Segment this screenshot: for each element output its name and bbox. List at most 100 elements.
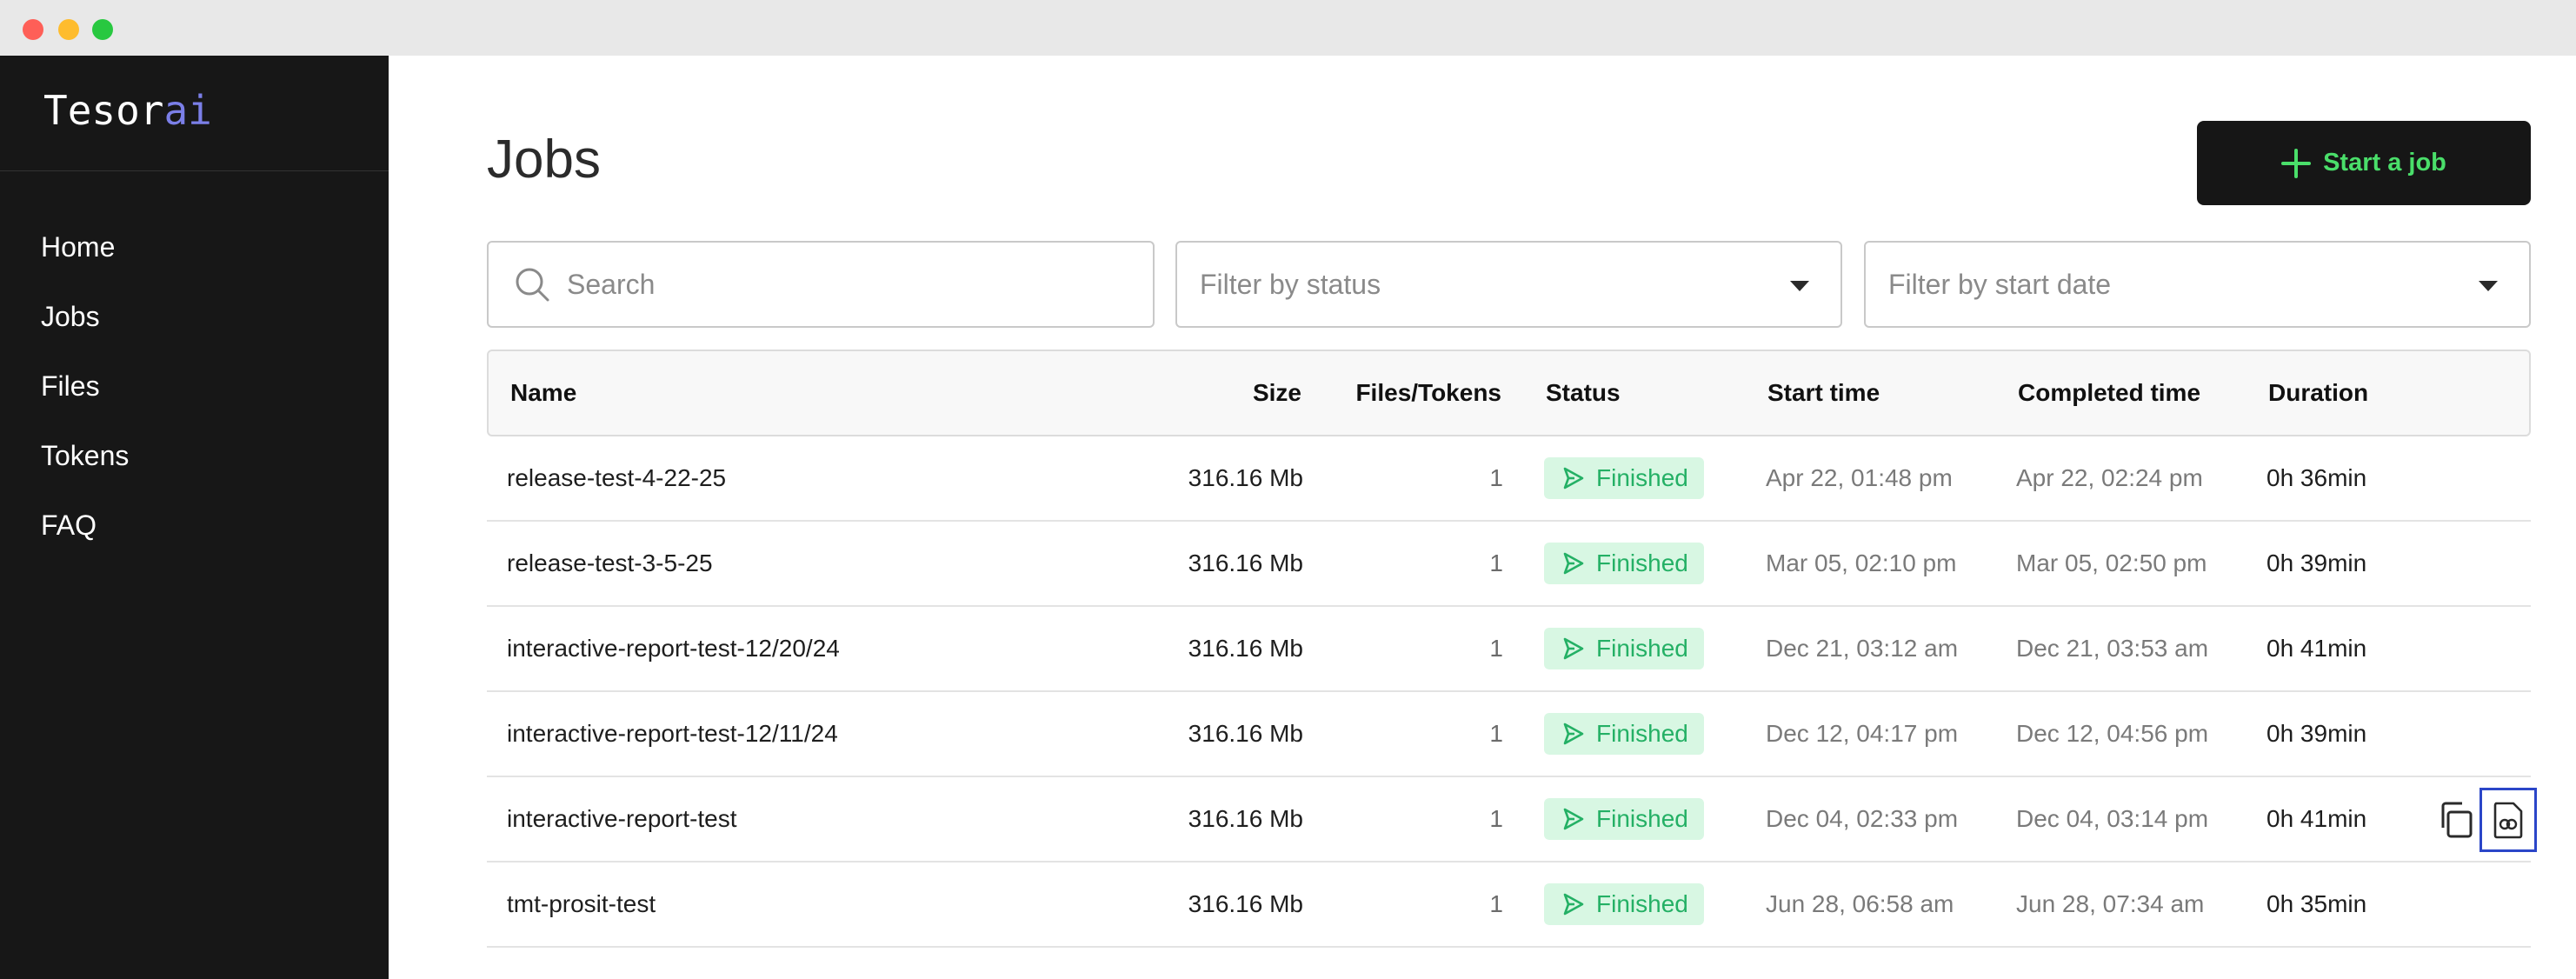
- job-name[interactable]: release-test-3-5-25: [507, 522, 713, 605]
- jobs-table: Name Size Files/Tokens Status Start time…: [487, 350, 2537, 948]
- minimize-window-button[interactable]: [58, 19, 79, 40]
- job-name[interactable]: interactive-report-test: [507, 777, 737, 861]
- status-cell: Finished: [1544, 692, 1704, 776]
- status-cell: Finished: [1544, 607, 1704, 690]
- status-label: Finished: [1596, 805, 1688, 832]
- status-badge: Finished: [1544, 628, 1704, 669]
- date-filter-placeholder: Filter by start date: [1888, 268, 2112, 300]
- sidebar-item-faq[interactable]: FAQ: [41, 490, 129, 560]
- table-row[interactable]: interactive-report-test 316.16 Mb 1 Fini…: [487, 777, 2537, 862]
- sidebar-item-tokens[interactable]: Tokens: [41, 421, 129, 490]
- job-completed-time: Dec 21, 03:53 am: [2016, 635, 2209, 662]
- job-completed-time: Mar 05, 02:50 pm: [2016, 549, 2207, 576]
- job-files-count: 1: [1489, 549, 1503, 576]
- sidebar-nav: Home Jobs Files Tokens FAQ: [41, 212, 129, 560]
- play-icon: [1563, 637, 1584, 660]
- report-icon: [2493, 802, 2523, 839]
- status-filter-select[interactable]: Filter by status: [1175, 241, 1842, 328]
- sidebar-item-jobs[interactable]: Jobs: [41, 282, 129, 351]
- column-header-completed-time[interactable]: Completed time: [2018, 351, 2200, 435]
- logo-text: Tesor: [43, 87, 164, 134]
- table-row[interactable]: interactive-report-test-12/11/24 316.16 …: [487, 692, 2531, 777]
- search-icon: [516, 268, 549, 302]
- job-size: 316.16 Mb: [1188, 720, 1303, 747]
- status-badge: Finished: [1544, 798, 1704, 840]
- logo-accent-text: ai: [163, 87, 212, 134]
- job-files-count: 1: [1489, 720, 1503, 747]
- play-icon: [1563, 552, 1584, 575]
- status-label: Finished: [1596, 720, 1688, 747]
- job-size: 316.16 Mb: [1188, 890, 1303, 917]
- column-header-duration[interactable]: Duration: [2268, 351, 2368, 435]
- job-start-time: Dec 12, 04:17 pm: [1766, 720, 1959, 747]
- status-badge: Finished: [1544, 457, 1704, 499]
- status-cell: Finished: [1544, 777, 1704, 861]
- start-job-label: Start a job: [2323, 149, 2446, 176]
- start-job-button[interactable]: Start a job: [2197, 121, 2531, 205]
- status-label: Finished: [1596, 890, 1688, 917]
- sidebar-item-home[interactable]: Home: [41, 212, 129, 282]
- chevron-down-icon: [2479, 281, 2498, 291]
- status-cell: Finished: [1544, 522, 1704, 605]
- job-start-time: Dec 04, 02:33 pm: [1766, 805, 1959, 832]
- table-row[interactable]: tmt-prosit-test 316.16 Mb 1 Finished Jun…: [487, 862, 2531, 948]
- status-filter-placeholder: Filter by status: [1200, 268, 1381, 300]
- table-row[interactable]: release-test-3-5-25 316.16 Mb 1 Finished…: [487, 522, 2531, 607]
- play-icon: [1563, 808, 1584, 830]
- app-logo[interactable]: Tesorai: [43, 87, 212, 134]
- column-header-name[interactable]: Name: [510, 351, 576, 435]
- job-start-time: Jun 28, 06:58 am: [1766, 890, 1954, 917]
- status-cell: Finished: [1544, 862, 1704, 946]
- search-placeholder: Search: [567, 268, 656, 300]
- status-cell: Finished: [1544, 436, 1704, 520]
- sidebar-divider: [0, 170, 389, 171]
- play-icon: [1563, 723, 1584, 745]
- job-files-count: 1: [1489, 805, 1503, 832]
- maximize-window-button[interactable]: [92, 19, 113, 40]
- main-content: Jobs Start a job Search Filter by status…: [389, 56, 2576, 979]
- column-header-status[interactable]: Status: [1546, 351, 1621, 435]
- job-size: 316.16 Mb: [1188, 635, 1303, 662]
- status-badge: Finished: [1544, 713, 1704, 755]
- job-duration: 0h 39min: [2266, 720, 2367, 747]
- job-name[interactable]: release-test-4-22-25: [507, 436, 726, 520]
- plus-icon: [2281, 148, 2312, 178]
- job-completed-time: Dec 12, 04:56 pm: [2016, 720, 2209, 747]
- table-row[interactable]: release-test-4-22-25 316.16 Mb 1 Finishe…: [487, 436, 2531, 522]
- play-icon: [1563, 467, 1584, 490]
- job-completed-time: Dec 04, 03:14 pm: [2016, 805, 2209, 832]
- job-size: 316.16 Mb: [1188, 805, 1303, 832]
- page-title: Jobs: [487, 130, 601, 190]
- sidebar-item-files[interactable]: Files: [41, 351, 129, 421]
- copy-icon[interactable]: [2434, 798, 2478, 842]
- status-label: Finished: [1596, 549, 1688, 576]
- job-name[interactable]: interactive-report-test-12/11/24: [507, 692, 838, 776]
- status-label: Finished: [1596, 635, 1688, 662]
- column-header-files[interactable]: Files/Tokens: [1355, 351, 1501, 435]
- status-badge: Finished: [1544, 883, 1704, 925]
- close-window-button[interactable]: [23, 19, 43, 40]
- job-name[interactable]: tmt-prosit-test: [507, 862, 656, 946]
- chevron-down-icon: [1790, 281, 1809, 291]
- table-row[interactable]: interactive-report-test-12/20/24 316.16 …: [487, 607, 2531, 692]
- report-button[interactable]: [2479, 788, 2537, 852]
- job-duration: 0h 41min: [2266, 635, 2367, 662]
- date-filter-select[interactable]: Filter by start date: [1864, 241, 2531, 328]
- job-name[interactable]: interactive-report-test-12/20/24: [507, 607, 840, 690]
- window-titlebar: [0, 0, 2576, 56]
- play-icon: [1563, 893, 1584, 916]
- job-size: 316.16 Mb: [1188, 549, 1303, 576]
- search-input[interactable]: Search: [487, 241, 1155, 328]
- column-header-size[interactable]: Size: [1253, 351, 1301, 435]
- job-completed-time: Apr 22, 02:24 pm: [2016, 464, 2203, 491]
- job-duration: 0h 35min: [2266, 890, 2367, 917]
- status-label: Finished: [1596, 464, 1688, 491]
- job-duration: 0h 36min: [2266, 464, 2367, 491]
- filter-bar: Search Filter by status Filter by start …: [487, 241, 2531, 328]
- status-badge: Finished: [1544, 543, 1704, 584]
- job-size: 316.16 Mb: [1188, 464, 1303, 491]
- column-header-start-time[interactable]: Start time: [1767, 351, 1880, 435]
- job-completed-time: Jun 28, 07:34 am: [2016, 890, 2205, 917]
- job-duration: 0h 39min: [2266, 549, 2367, 576]
- job-duration: 0h 41min: [2266, 805, 2367, 832]
